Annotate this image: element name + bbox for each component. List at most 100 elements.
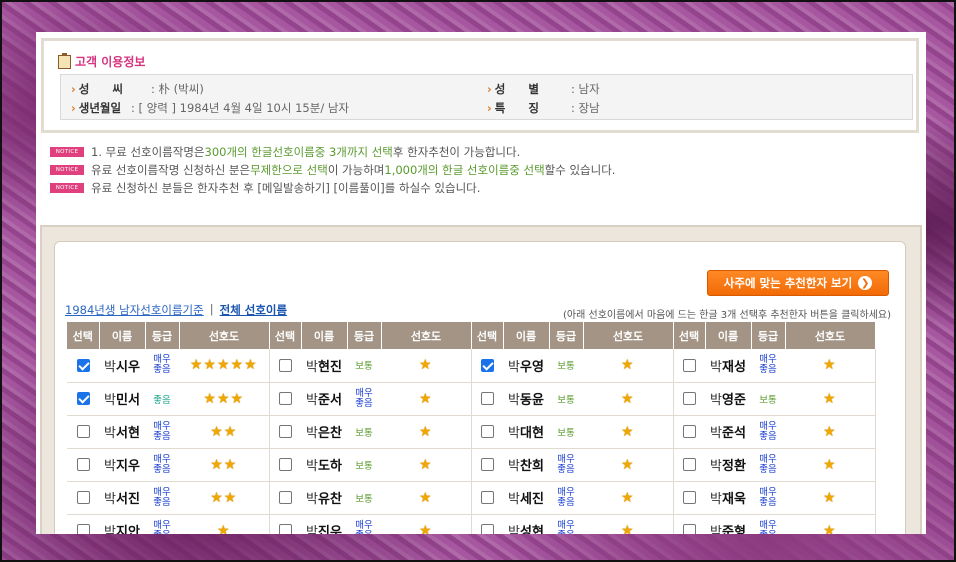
select-cell [471, 382, 503, 416]
name-cell: 박도하 [301, 448, 347, 482]
given-name-text: 영준 [722, 393, 746, 408]
grade-badge: 매우좋음 [557, 453, 575, 475]
star-rating-icon: ★ [418, 489, 433, 506]
name-cell: 박은찬 [301, 415, 347, 449]
name-select-checkbox[interactable] [76, 359, 90, 372]
select-cell [673, 481, 705, 515]
column-header: 선호도 [785, 322, 876, 349]
star-rating-icon: ★ [822, 456, 837, 473]
column-header: 등급 [145, 322, 180, 349]
preference-cell: ★ [583, 382, 674, 416]
name-cell: 박성현 [503, 514, 549, 534]
grade-cell: 매우좋음 [145, 349, 179, 383]
preference-cell: ★ [583, 415, 674, 449]
surname-value: : 朴 (박씨) [151, 82, 204, 96]
notice-badge: NOTICE [50, 165, 84, 175]
name-select-checkbox[interactable] [480, 491, 494, 505]
name-select-checkbox[interactable] [682, 359, 696, 372]
grade-badge: 매우좋음 [153, 354, 171, 376]
surname-text: 박 [104, 525, 117, 534]
surname-text: 박 [508, 426, 521, 441]
star-rating-icon: ★ [418, 522, 433, 535]
given-name-text: 동윤 [520, 393, 544, 408]
name-select-checkbox[interactable] [682, 524, 696, 534]
select-cell [673, 349, 705, 383]
surname-text: 박 [710, 525, 723, 534]
grade-badge: 매우좋음 [153, 486, 171, 508]
given-name-text: 준석 [722, 426, 746, 441]
name-select-checkbox[interactable] [76, 524, 90, 534]
column-header: 등급 [549, 322, 584, 349]
given-name-text: 세진 [520, 492, 544, 507]
grade-badge: 매우좋음 [355, 519, 373, 534]
grade-cell: 매우좋음 [347, 382, 381, 416]
name-select-checkbox[interactable] [480, 392, 494, 406]
name-select-checkbox[interactable] [278, 491, 292, 505]
name-select-checkbox[interactable] [76, 491, 90, 505]
given-name-text: 은찬 [318, 426, 342, 441]
grade-cell: 매우좋음 [145, 415, 179, 449]
grade-cell: 보통 [347, 481, 381, 515]
select-cell [269, 481, 301, 515]
grade-cell: 보통 [347, 448, 381, 482]
name-select-checkbox[interactable] [682, 392, 696, 406]
preference-cell: ★ [583, 481, 674, 515]
grade-cell: 매우좋음 [347, 514, 381, 534]
filter-separator: | [209, 302, 214, 316]
grade-badge: 매우좋음 [557, 519, 575, 534]
grade-cell: 매우좋음 [145, 481, 179, 515]
name-cell: 박민서 [99, 382, 145, 416]
notice-list: NOTICE 1. 무료 선호이름작명은 300개의 한글선호이름중 3개까지 … [50, 143, 615, 197]
grade-badge: 매우좋음 [557, 486, 575, 508]
notice-badge: NOTICE [50, 147, 84, 157]
select-cell [673, 382, 705, 416]
select-cell [67, 481, 99, 515]
name-select-checkbox[interactable] [682, 458, 696, 472]
select-cell [269, 448, 301, 482]
select-cell [673, 448, 705, 482]
column-header: 선택 [67, 322, 100, 349]
grade-badge: 매우좋음 [153, 519, 171, 534]
star-rating-icon: ★ [822, 489, 837, 506]
name-select-checkbox[interactable] [278, 392, 292, 406]
column-header: 등급 [751, 322, 786, 349]
name-select-checkbox[interactable] [682, 491, 696, 505]
grade-badge: 보통 [355, 460, 373, 472]
name-cell: 박동윤 [503, 382, 549, 416]
info-row-birth: 생년월일 : [ 양력 ] 1984년 4월 4일 10시 15분/ 남자 [71, 100, 349, 116]
all-names-link[interactable]: 전체 선호이름 [220, 302, 287, 318]
notice-text: 할수 있습니다. [544, 163, 616, 177]
name-select-checkbox[interactable] [278, 458, 292, 472]
feature-label: 특 징 [487, 100, 571, 116]
notice-1: NOTICE 1. 무료 선호이름작명은 300개의 한글선호이름중 3개까지 … [50, 143, 615, 161]
given-name-text: 재성 [722, 359, 746, 375]
select-cell [471, 448, 503, 482]
name-select-checkbox[interactable] [480, 359, 494, 372]
select-cell [269, 415, 301, 449]
name-filter-links: 1984년생 남자선호이름기준 | 전체 선호이름 [65, 302, 287, 318]
star-rating-icon: ★ [620, 357, 635, 374]
name-cell: 박재욱 [705, 481, 751, 515]
given-name-text: 재욱 [722, 492, 746, 507]
name-select-checkbox[interactable] [76, 392, 90, 406]
surname-text: 박 [306, 492, 319, 507]
preference-cell: ★ [785, 448, 876, 482]
preference-cell: ★ [785, 415, 876, 449]
name-select-checkbox[interactable] [278, 425, 292, 439]
name-select-checkbox[interactable] [278, 524, 292, 534]
name-cell: 박준석 [705, 415, 751, 449]
info-row-gender: 성 별 : 남자 [487, 81, 600, 97]
name-select-checkbox[interactable] [76, 425, 90, 439]
name-select-checkbox[interactable] [682, 425, 696, 439]
name-select-checkbox[interactable] [480, 524, 494, 534]
name-select-checkbox[interactable] [480, 425, 494, 439]
recommend-hanja-button[interactable]: 사주에 맞는 추천한자 보기 ❯ [707, 270, 889, 296]
name-select-checkbox[interactable] [480, 458, 494, 472]
grade-badge: 매우좋음 [759, 486, 777, 508]
surname-text: 박 [306, 426, 319, 441]
name-select-checkbox[interactable] [278, 359, 292, 372]
name-select-checkbox[interactable] [76, 458, 90, 472]
star-rating-icon: ★ [620, 423, 635, 440]
birth-label: 생년월일 [71, 100, 131, 116]
birth-year-filter-link[interactable]: 1984년생 남자선호이름기준 [65, 302, 204, 318]
